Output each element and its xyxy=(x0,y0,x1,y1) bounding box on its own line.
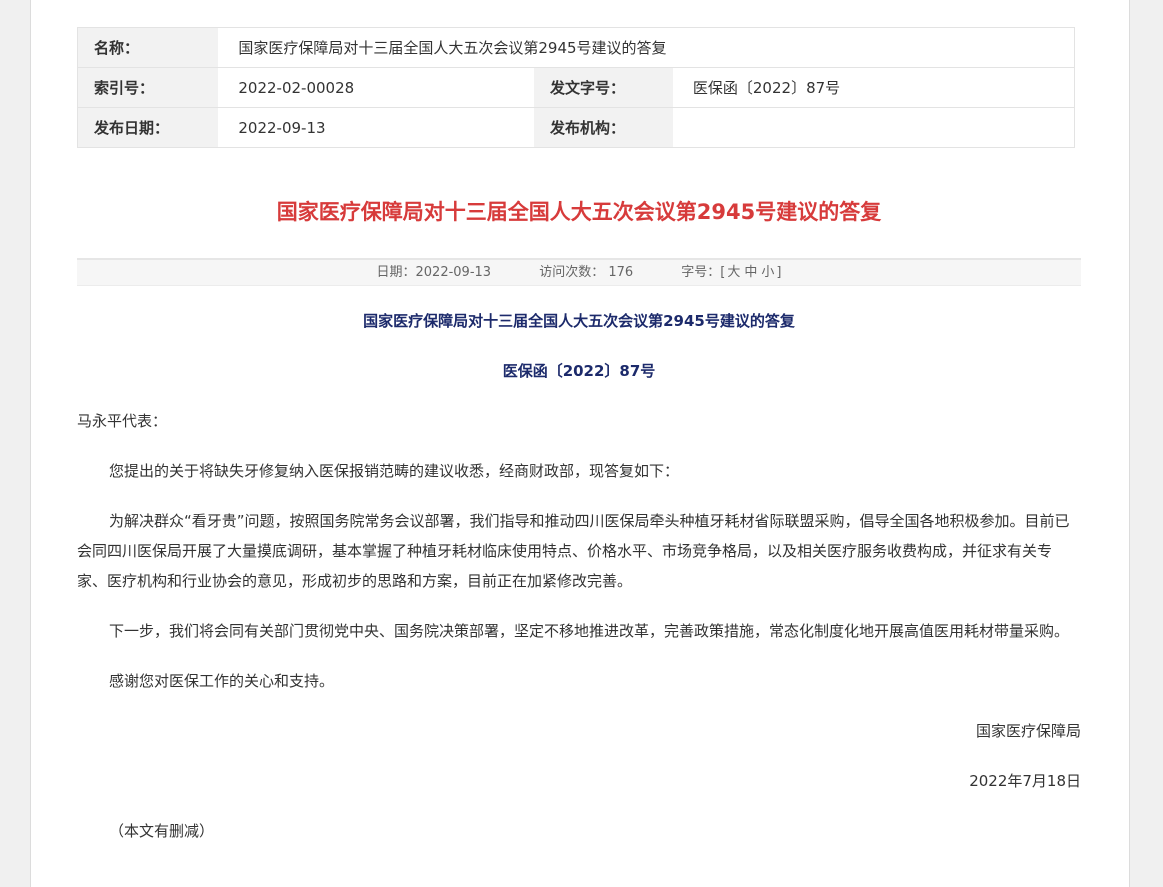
document-metadata-table: 名称： 国家医疗保障局对十三届全国人大五次会议第2945号建议的答复 索引号： … xyxy=(77,27,1075,148)
index-label: 索引号： xyxy=(77,67,219,108)
article-body: 国家医疗保障局对十三届全国人大五次会议第2945号建议的答复 医保函〔2022〕… xyxy=(77,306,1081,846)
metadata-row-name: 名称： 国家医疗保障局对十三届全国人大五次会议第2945号建议的答复 xyxy=(77,27,1075,68)
font-size-selector: 字号：[大中小] xyxy=(681,265,781,280)
article-subtitle: 国家医疗保障局对十三届全国人大五次会议第2945号建议的答复 xyxy=(363,312,795,330)
publish-date-value: 2022-09-13 xyxy=(218,107,535,148)
index-value: 2022-02-00028 xyxy=(218,67,535,108)
font-size-large-button[interactable]: 大 xyxy=(727,265,740,280)
name-label: 名称： xyxy=(77,27,219,68)
article-date: 日期：2022-09-13 xyxy=(376,265,492,280)
article-paragraph: 感谢您对医保工作的关心和支持。 xyxy=(109,672,335,690)
metadata-row-date: 发布日期： 2022-09-13 发布机构： xyxy=(77,107,1075,148)
metadata-row-index: 索引号： 2022-02-00028 发文字号： 医保函〔2022〕87号 xyxy=(77,67,1075,108)
publish-org-label: 发布机构： xyxy=(534,107,673,148)
font-size-medium-button[interactable]: 中 xyxy=(744,265,757,280)
doc-number-value: 医保函〔2022〕87号 xyxy=(672,67,1075,108)
article-paragraph: 下一步，我们将会同有关部门贯彻党中央、国务院决策部署，坚定不移地推进改革，完善政… xyxy=(109,622,1070,640)
visit-count: 访问次数： 176 xyxy=(539,265,634,280)
article-info-bar: 日期：2022-09-13 访问次数： 176 字号：[大中小] xyxy=(77,258,1081,286)
page-container: 名称： 国家医疗保障局对十三届全国人大五次会议第2945号建议的答复 索引号： … xyxy=(30,0,1130,887)
article-sign-date: 2022年7月18日 xyxy=(969,772,1081,790)
font-size-small-button[interactable]: 小 xyxy=(761,265,774,280)
article-title: 国家医疗保障局对十三届全国人大五次会议第2945号建议的答复 xyxy=(276,200,882,224)
publish-date-label: 发布日期： xyxy=(77,107,219,148)
doc-number-label: 发文字号： xyxy=(534,67,673,108)
article-salutation: 马永平代表： xyxy=(77,412,168,430)
article-doc-number: 医保函〔2022〕87号 xyxy=(502,362,656,380)
font-size-close-bracket: ] xyxy=(776,265,782,280)
font-size-label: 字号：[ xyxy=(681,265,726,280)
name-value: 国家医疗保障局对十三届全国人大五次会议第2945号建议的答复 xyxy=(218,27,1075,68)
article-paragraph: 您提出的关于将缺失牙修复纳入医保报销范畴的建议收悉，经商财政部，现答复如下： xyxy=(109,462,680,480)
article-signature: 国家医疗保障局 xyxy=(975,722,1081,740)
article-note: （本文有删减） xyxy=(109,822,215,840)
article-paragraph: 为解决群众“看牙贵”问题，按照国务院常务会议部署，我们指导和推动四川医保局牵头种… xyxy=(77,512,1070,590)
publish-org-value xyxy=(672,107,1075,148)
